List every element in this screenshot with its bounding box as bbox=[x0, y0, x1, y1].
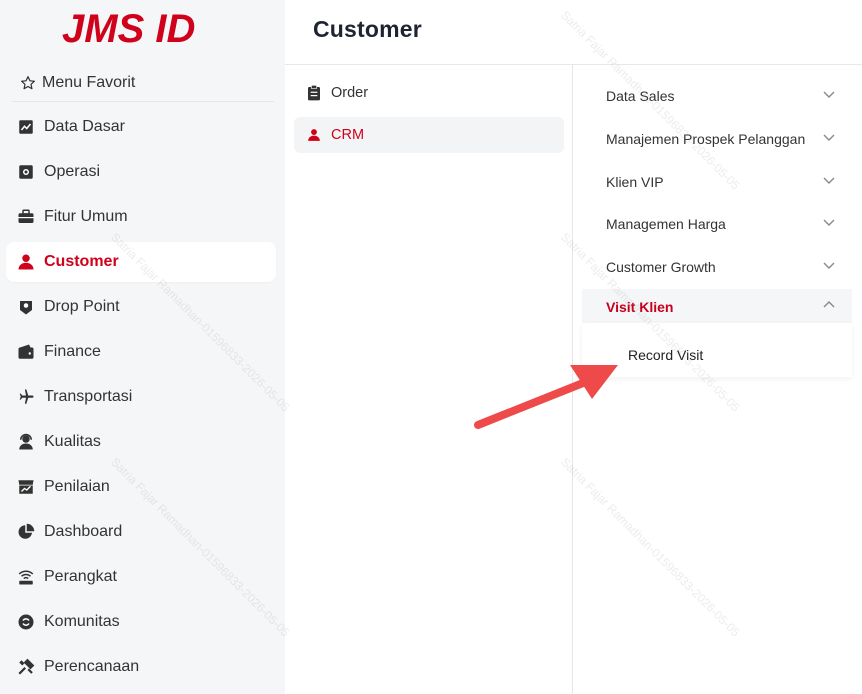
sidebar-item-label: Finance bbox=[44, 343, 101, 360]
sidebar-item-komunitas[interactable]: Komunitas bbox=[6, 602, 276, 642]
chevron-down-icon bbox=[823, 91, 835, 98]
sidebar-item-dashboard[interactable]: Dashboard bbox=[6, 512, 276, 552]
menu-group-label: Data Sales bbox=[606, 88, 675, 104]
sidebar-item-customer[interactable]: Customer bbox=[6, 242, 276, 282]
clipboard-icon bbox=[306, 85, 322, 101]
sidebar-item-kualitas[interactable]: Kualitas bbox=[6, 422, 276, 462]
sidebar-item-data-dasar[interactable]: Data Dasar bbox=[6, 107, 276, 147]
sidebar-item-label: Komunitas bbox=[44, 613, 120, 630]
submenu-item-order[interactable]: Order bbox=[294, 75, 564, 111]
menu-group-visit-klien[interactable]: Visit Klien bbox=[582, 289, 852, 325]
menu-group-label: Managemen Harga bbox=[606, 216, 726, 232]
sidebar-item-label: Operasi bbox=[44, 163, 101, 180]
agent-icon bbox=[16, 432, 36, 452]
store-chart-icon bbox=[16, 477, 36, 497]
submenu-item-crm[interactable]: CRM bbox=[294, 117, 564, 153]
wallet-icon bbox=[16, 342, 36, 362]
chevron-up-icon bbox=[823, 301, 835, 308]
page-header: Customer bbox=[285, 0, 862, 65]
sidebar-item-fitur-umum[interactable]: Fitur Umum bbox=[6, 197, 276, 237]
chevron-down-icon bbox=[823, 134, 835, 141]
sidebar-item-transportasi[interactable]: Transportasi bbox=[6, 377, 276, 417]
wifi-router-icon bbox=[16, 567, 36, 587]
submenu-record-visit[interactable]: Record Visit bbox=[628, 347, 703, 363]
submenu-item-label: Order bbox=[331, 85, 369, 101]
location-icon bbox=[16, 297, 36, 317]
user-icon bbox=[306, 127, 322, 143]
sidebar-item-label: Customer bbox=[44, 253, 119, 270]
sidebar-item-label: Transportasi bbox=[44, 388, 133, 405]
chevron-down-icon bbox=[823, 262, 835, 269]
sidebar-item-label: Data Dasar bbox=[44, 118, 125, 135]
sidebar-item-label: Perencanaan bbox=[44, 658, 140, 675]
sidebar-item-operasi[interactable]: Operasi bbox=[6, 152, 276, 192]
page-title: Customer bbox=[313, 16, 422, 42]
menu-group-klien-vip[interactable]: Klien VIP bbox=[582, 164, 852, 200]
menu-group-managemen-harga[interactable]: Managemen Harga bbox=[582, 206, 852, 242]
chevron-down-icon bbox=[823, 177, 835, 184]
sidebar-item-finance[interactable]: Finance bbox=[6, 332, 276, 372]
star-icon bbox=[18, 73, 38, 93]
annotation-arrow-icon bbox=[474, 365, 618, 429]
community-icon bbox=[16, 612, 36, 632]
sidebar-item-perangkat[interactable]: Perangkat bbox=[6, 557, 276, 597]
chart-icon bbox=[16, 117, 36, 137]
menu-group-data-sales[interactable]: Data Sales bbox=[582, 78, 852, 114]
sidebar-item-drop-point[interactable]: Drop Point bbox=[6, 287, 276, 327]
briefcase-icon bbox=[16, 207, 36, 227]
sidebar-item-label: Perangkat bbox=[44, 568, 117, 585]
user-icon bbox=[16, 252, 36, 272]
sidebar-item-label: Kualitas bbox=[44, 433, 101, 450]
sidebar-item-label: Penilaian bbox=[44, 478, 110, 495]
menu-favorit-label: Menu Favorit bbox=[42, 73, 136, 91]
menu-group-manajemen-prospek[interactable]: Manajemen Prospek Pelanggan bbox=[582, 121, 852, 157]
menu-group-label: Manajemen Prospek Pelanggan bbox=[606, 131, 806, 147]
pie-chart-icon bbox=[16, 522, 36, 542]
svg-text:JMS ID: JMS ID bbox=[62, 8, 195, 50]
chevron-down-icon bbox=[823, 219, 835, 226]
submenu-item-label: CRM bbox=[331, 127, 365, 143]
tools-icon bbox=[16, 657, 36, 677]
sidebar-item-perencanaan[interactable]: Perencanaan bbox=[6, 647, 276, 687]
sidebar-item-penilaian[interactable]: Penilaian bbox=[6, 467, 276, 507]
sidebar-item-label: Dashboard bbox=[44, 523, 123, 540]
sidebar-item-label: Fitur Umum bbox=[44, 208, 128, 225]
plane-icon bbox=[16, 387, 36, 407]
menu-group-label: Klien VIP bbox=[606, 174, 664, 190]
menu-favorit[interactable]: Menu Favorit bbox=[12, 64, 274, 102]
menu-group-customer-growth[interactable]: Customer Growth bbox=[582, 249, 852, 285]
menu-group-label: Visit Klien bbox=[606, 299, 674, 315]
sidebar: JMS ID Menu Favorit Data Dasar Operasi F… bbox=[0, 0, 285, 694]
sidebar-item-label: Drop Point bbox=[44, 298, 120, 315]
operation-icon bbox=[16, 162, 36, 182]
jms-logo[interactable]: JMS ID bbox=[62, 7, 222, 51]
menu-group-label: Customer Growth bbox=[606, 259, 716, 275]
